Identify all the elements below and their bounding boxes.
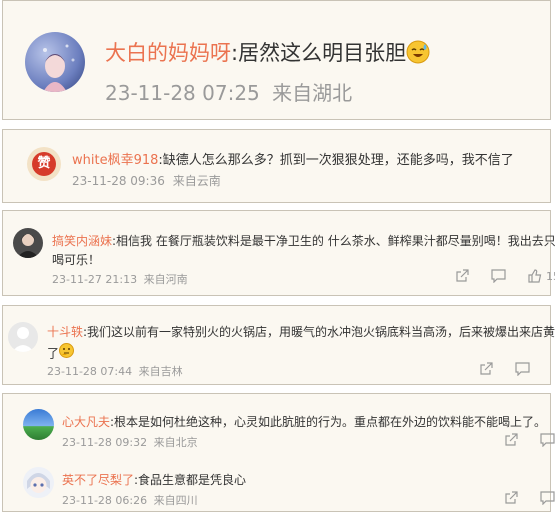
comment-text-cont: 了 xyxy=(47,346,60,361)
avatar-image xyxy=(43,44,75,92)
timestamp: 23-11-28 09:32 xyxy=(62,436,148,449)
comment-actions xyxy=(504,491,555,505)
timestamp: 23-11-28 07:25 xyxy=(105,81,260,105)
comment-meta: 23-11-28 06:26 来自四川 xyxy=(62,492,198,508)
avatar-badge: 赞 xyxy=(32,152,56,176)
comment-text: :居然这么明目张胆 xyxy=(231,41,407,65)
comment-meta: 23-11-28 09:32 来自北京 xyxy=(62,434,198,450)
comment-icon xyxy=(540,491,555,505)
share-icon xyxy=(456,269,469,282)
reply-button[interactable] xyxy=(491,269,506,283)
share-icon xyxy=(480,362,493,375)
comment-text: :根本是如何杜绝这种，心灵如此肮脏的行为。重点都在外边的饮料能不能喝上了。 xyxy=(110,415,547,429)
share-icon xyxy=(505,433,518,446)
username-link[interactable]: 英不了尽梨了 xyxy=(62,473,134,487)
share-button[interactable] xyxy=(479,362,493,376)
share-button[interactable] xyxy=(504,491,518,505)
location: 来自四川 xyxy=(153,494,198,507)
share-button[interactable] xyxy=(504,433,518,447)
comment-text: :相信我 在餐厅瓶装饮料是最干净卫生的 什么茶水、鲜榨果汁都尽量别喝！我出去只 xyxy=(112,234,555,248)
comment-card: 赞 white枫幸918:缺德人怎么那么多？抓到一次狠狠处理，还能多吗，我不信了… xyxy=(2,129,551,203)
comment-body: white枫幸918:缺德人怎么那么多？抓到一次狠狠处理，还能多吗，我不信了 xyxy=(72,149,514,168)
comment-card: 心大凡夫:根本是如何杜绝这种，心灵如此肮脏的行为。重点都在外边的饮料能不能喝上了… xyxy=(2,393,555,512)
username-link[interactable]: 十斗轶 xyxy=(47,325,83,339)
comment-meta: 23-11-28 07:25 来自湖北 xyxy=(105,77,352,106)
share-icon xyxy=(505,491,518,504)
comment-body: 搞笑内涵妹:相信我 在餐厅瓶装饮料是最干净卫生的 什么茶水、鲜榨果汁都尽量别喝！… xyxy=(52,232,555,270)
comment-body: 十斗轶:我们这以前有一家特别火的火锅店，用暖气的水冲泡火锅底料当高汤，后来被爆出… xyxy=(47,322,555,365)
comment-text: :我们这以前有一家特别火的火锅店，用暖气的水冲泡火锅底料当高汤，后来被爆出来店黄 xyxy=(83,325,555,339)
comment-icon xyxy=(540,433,555,447)
avatar-image xyxy=(12,327,34,352)
avatar[interactable] xyxy=(25,32,85,92)
avatar[interactable] xyxy=(13,228,43,258)
comment-icon xyxy=(491,269,506,283)
location: 来自河南 xyxy=(143,273,188,286)
location: 来自北京 xyxy=(153,436,198,449)
comment-text: :食品生意都是凭良心 xyxy=(134,473,247,487)
comment-text-cont: 喝可乐！ xyxy=(52,253,101,267)
username-link[interactable]: 搞笑内涵妹 xyxy=(52,234,112,248)
avatar-image xyxy=(17,234,39,258)
avatar[interactable] xyxy=(8,322,38,352)
comment-text: :缺德人怎么那么多？抓到一次狠狠处理，还能多吗，我不信了 xyxy=(158,153,514,168)
timestamp: 23-11-28 07:44 xyxy=(47,365,133,378)
thumbs-up-icon xyxy=(528,269,542,283)
sweat-smile-emoji xyxy=(406,40,430,69)
avatar[interactable]: 赞 xyxy=(27,147,61,181)
reply-button[interactable] xyxy=(540,491,555,505)
comment-body: 大白的妈妈呀:居然这么明目张胆 xyxy=(105,37,430,69)
avatar[interactable] xyxy=(23,467,54,498)
comment-icon xyxy=(515,362,530,376)
username-link[interactable]: 心大凡夫 xyxy=(62,415,110,429)
location: 来自云南 xyxy=(172,174,221,188)
timestamp: 23-11-28 06:26 xyxy=(62,494,148,507)
reply-button[interactable] xyxy=(540,433,555,447)
avatar[interactable] xyxy=(23,409,54,440)
location: 来自吉林 xyxy=(138,365,183,378)
like-count: 15 xyxy=(546,269,555,283)
username-link[interactable]: 大白的妈妈呀 xyxy=(105,41,231,65)
comment-card: 大白的妈妈呀:居然这么明目张胆 23-11-28 07:25 来自湖北 xyxy=(2,0,551,120)
comment-actions xyxy=(479,362,530,376)
share-button[interactable] xyxy=(455,269,469,283)
comment-body: 心大凡夫:根本是如何杜绝这种，心灵如此肮脏的行为。重点都在外边的饮料能不能喝上了… xyxy=(62,413,546,430)
username-link[interactable]: white枫幸918 xyxy=(72,153,158,168)
comment-meta: 23-11-28 07:44 来自吉林 xyxy=(47,363,183,379)
comment-card: 搞笑内涵妹:相信我 在餐厅瓶装饮料是最干净卫生的 什么茶水、鲜榨果汁都尽量别喝！… xyxy=(2,210,555,296)
location: 来自湖北 xyxy=(272,81,353,105)
comment-actions: 15 xyxy=(455,269,555,283)
avatar-image xyxy=(27,473,50,493)
timestamp: 23-11-27 21:13 xyxy=(52,273,138,286)
like-button[interactable]: 15 xyxy=(528,269,555,283)
comment-meta: 23-11-28 09:36 来自云南 xyxy=(72,172,221,189)
timestamp: 23-11-28 09:36 xyxy=(72,174,165,188)
comment-actions xyxy=(504,433,555,447)
comment-body: 英不了尽梨了:食品生意都是凭良心 xyxy=(62,471,246,488)
comment-card: 十斗轶:我们这以前有一家特别火的火锅店，用暖气的水冲泡火锅底料当高汤，后来被爆出… xyxy=(2,305,555,385)
reply-button[interactable] xyxy=(515,362,530,376)
thinking-emoji xyxy=(59,343,75,365)
comment-meta: 23-11-27 21:13 来自河南 xyxy=(52,271,188,287)
